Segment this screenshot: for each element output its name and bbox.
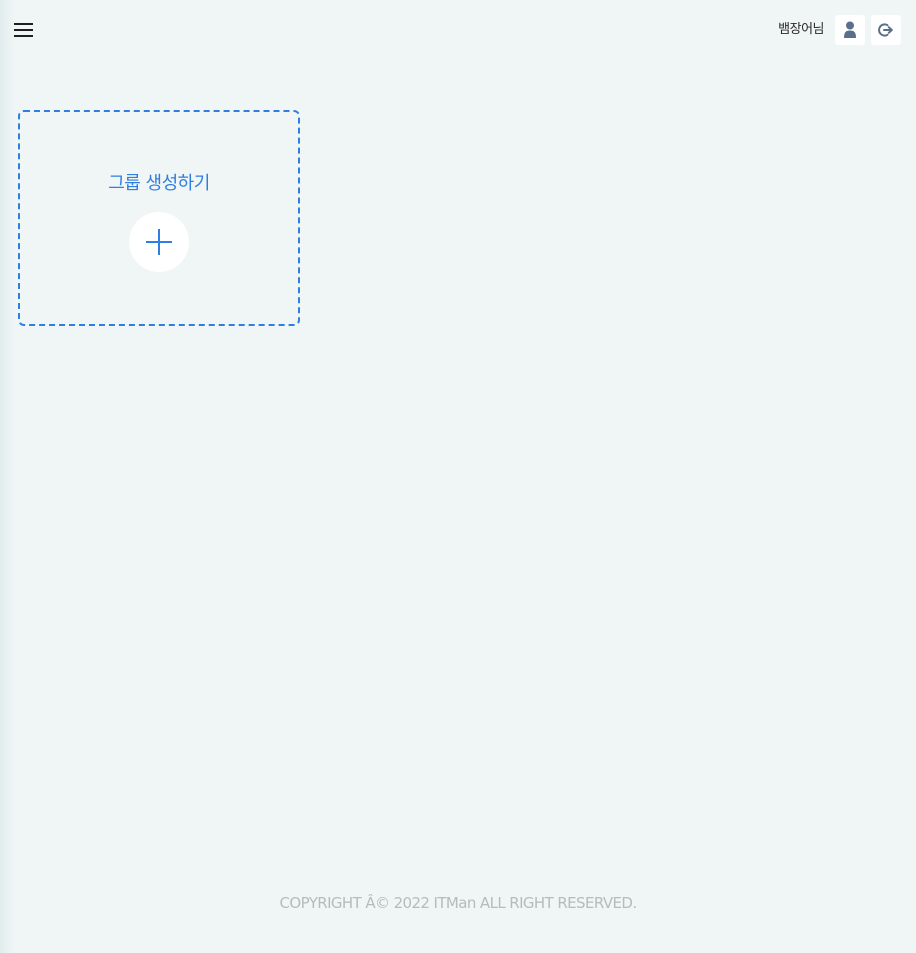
footer-copyright: COPYRIGHT Â© 2022 ITMan ALL RIGHT RESERV…: [279, 894, 638, 912]
logout-button[interactable]: [871, 15, 901, 45]
user-name-label: 뱀장어님: [778, 22, 824, 37]
create-group-card[interactable]: 그룹 생성하기: [18, 110, 300, 326]
sidebar-edge-shadow: [0, 0, 14, 953]
create-group-label: 그룹 생성하기: [108, 173, 210, 194]
plus-icon: [146, 229, 172, 255]
user-icon: [844, 21, 856, 38]
add-group-button[interactable]: [129, 212, 189, 272]
sign-out-icon: [878, 23, 893, 37]
profile-button[interactable]: [835, 15, 865, 45]
hamburger-menu-icon[interactable]: [14, 22, 34, 38]
